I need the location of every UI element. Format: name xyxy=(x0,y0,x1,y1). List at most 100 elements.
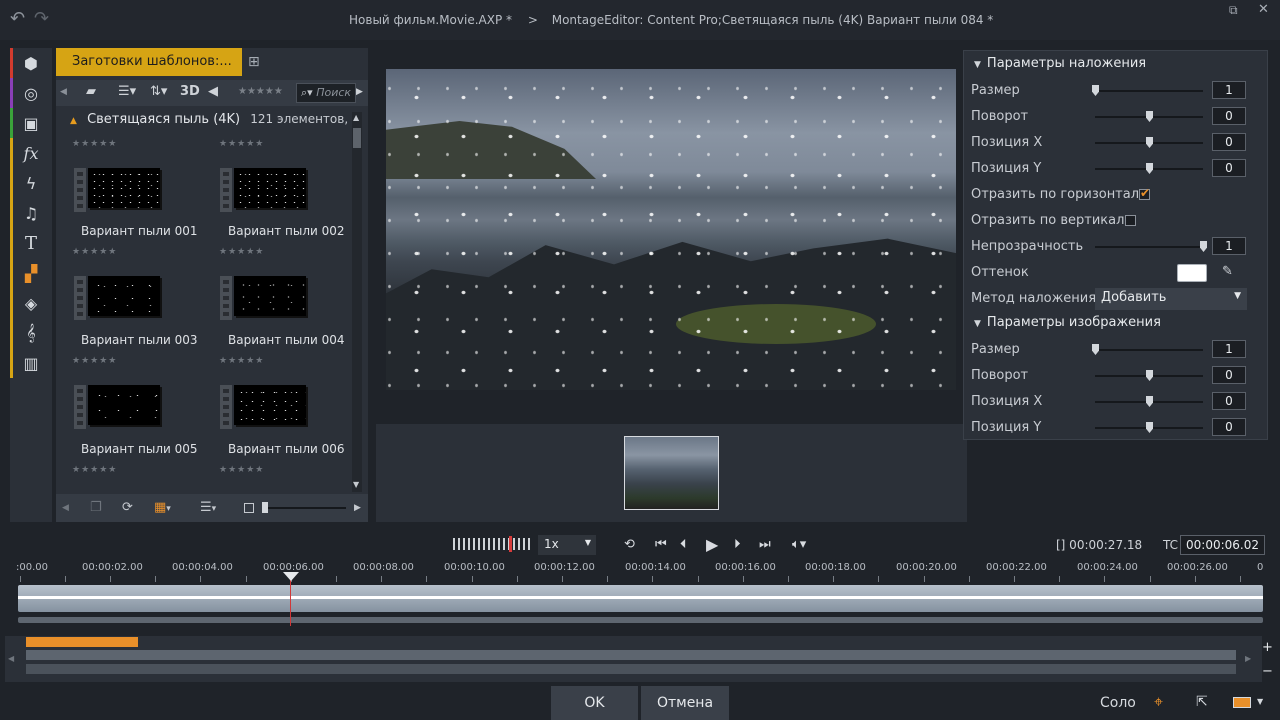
target-icon[interactable]: ⌖ xyxy=(1154,692,1163,712)
rating-stars[interactable]: ★★★★★ xyxy=(72,356,117,366)
go-to-end-icon[interactable]: ⏭ xyxy=(759,537,771,552)
solo-label[interactable]: Соло xyxy=(1100,695,1136,711)
library-button[interactable]: ⬢ xyxy=(10,48,52,78)
image-size-slider[interactable] xyxy=(1092,344,1203,355)
transitions-button[interactable]: ϟ xyxy=(10,168,52,198)
pin-icon[interactable]: ⊞ xyxy=(248,54,260,70)
cancel-button[interactable]: Отмена xyxy=(641,686,729,720)
overlay-posy-slider[interactable] xyxy=(1095,163,1203,174)
opacity-slider[interactable] xyxy=(1095,241,1207,252)
titles-button[interactable]: T xyxy=(10,228,52,258)
shuttle-control[interactable] xyxy=(453,536,531,552)
image-posy-slider[interactable] xyxy=(1095,422,1203,433)
scroll-thumb[interactable] xyxy=(353,128,361,148)
copy-icon[interactable]: ❐ xyxy=(90,500,102,515)
media-button[interactable]: ▣ xyxy=(10,108,52,138)
close-icon[interactable]: ✕ xyxy=(1258,2,1269,17)
library-item-thumbnail[interactable] xyxy=(74,385,164,429)
disc-button[interactable]: ◎ xyxy=(10,78,52,108)
flip-horizontal-checkbox[interactable] xyxy=(1139,186,1150,200)
sort-icon[interactable]: ⇅▾ xyxy=(150,84,167,99)
tint-color-swatch[interactable] xyxy=(1177,264,1207,282)
eyedropper-icon[interactable]: ✎ xyxy=(1222,264,1233,279)
piano-button[interactable]: ▥ xyxy=(10,348,52,378)
library-scrollbar[interactable]: ▲ ▼ xyxy=(352,112,362,492)
folder-icon[interactable]: ▰ xyxy=(86,84,96,99)
library-tab[interactable]: Заготовки шаблонов:... xyxy=(56,48,242,76)
overlay-posx-slider[interactable] xyxy=(1095,137,1203,148)
overlay-section-header[interactable]: ▼ Параметры наложения xyxy=(974,56,1146,71)
keyframe-row[interactable] xyxy=(26,664,1236,674)
flip-vertical-checkbox[interactable] xyxy=(1125,215,1136,226)
thumbnail-size-slider[interactable] xyxy=(262,502,346,513)
overlay-posy-field[interactable]: 0 xyxy=(1212,159,1246,177)
search-input[interactable]: ⌕▾ Поиск xyxy=(296,83,356,103)
library-item-thumbnail[interactable] xyxy=(220,276,310,320)
scroll-down-icon[interactable]: ▼ xyxy=(353,480,359,489)
rating-stars[interactable]: ★★★★★ xyxy=(72,139,117,149)
templates-button[interactable]: ▞ xyxy=(10,258,52,288)
overlay-posx-field[interactable]: 0 xyxy=(1212,133,1246,151)
monitor-icon[interactable] xyxy=(1233,697,1251,708)
image-rotation-field[interactable]: 0 xyxy=(1212,366,1246,384)
scorefitter-button[interactable]: 𝄞 xyxy=(10,318,52,348)
blend-mode-select[interactable]: Добавить ▼ xyxy=(1095,288,1247,310)
expand-right-icon[interactable]: ▶ xyxy=(354,503,361,513)
library-item-label[interactable]: Вариант пыли 004 xyxy=(228,333,345,347)
ok-button[interactable]: OK xyxy=(551,686,638,720)
external-preview-icon[interactable]: ⇱ xyxy=(1196,694,1208,710)
opacity-field[interactable]: 1 xyxy=(1212,237,1246,255)
list-view-icon[interactable]: ☰▾ xyxy=(118,84,136,99)
rating-stars[interactable]: ★★★★★ xyxy=(219,247,264,257)
overlay-size-field[interactable]: 1 xyxy=(1212,81,1246,99)
playhead[interactable] xyxy=(290,574,291,626)
step-forward-icon[interactable]: ⏵ xyxy=(734,537,741,552)
library-item-thumbnail[interactable] xyxy=(74,276,164,320)
collapse-left-icon[interactable]: ◀ xyxy=(60,87,67,97)
details-view-icon[interactable]: ☰▾ xyxy=(200,500,216,515)
volume-icon[interactable]: 🔈︎▾ xyxy=(792,537,806,552)
image-posx-slider[interactable] xyxy=(1095,396,1203,407)
go-to-start-icon[interactable]: ⏮ xyxy=(655,537,667,552)
image-posy-field[interactable]: 0 xyxy=(1212,418,1246,436)
chevron-down-icon[interactable]: ▼ xyxy=(1257,697,1263,706)
grid-view-icon[interactable]: ▦▾ xyxy=(154,500,171,515)
video-preview[interactable] xyxy=(386,69,956,390)
library-item-label[interactable]: Вариант пыли 003 xyxy=(81,333,198,347)
overlay-rotation-slider[interactable] xyxy=(1095,111,1203,122)
layers-button[interactable]: ◈ xyxy=(10,288,52,318)
redo-icon[interactable]: ↷ xyxy=(34,8,49,29)
library-item-label[interactable]: Вариант пыли 005 xyxy=(81,442,198,456)
play-icon[interactable]: ▶ xyxy=(706,535,718,554)
collapse-left-icon[interactable]: ◀ xyxy=(62,503,69,513)
undo-icon[interactable]: ↶ xyxy=(10,8,25,29)
rating-stars[interactable]: ★★★★★ xyxy=(219,139,264,149)
restore-window-icon[interactable]: ⧉ xyxy=(1229,3,1238,18)
keyframe-row[interactable] xyxy=(26,650,1236,660)
library-item-thumbnail[interactable] xyxy=(74,168,164,212)
timeline-ruler[interactable]: :00.00 00:00:02.00 00:00:04.00 00:00:06.… xyxy=(14,560,1268,582)
folder-header[interactable]: ▲ Светящаяся пыль (4K) 121 элементов, 0 … xyxy=(56,112,356,134)
scroll-up-icon[interactable]: ▲ xyxy=(353,113,359,122)
playhead-handle[interactable] xyxy=(283,572,299,581)
speed-select[interactable]: 1x ▼ xyxy=(538,535,596,555)
image-rotation-slider[interactable] xyxy=(1095,370,1203,381)
overlay-rotation-field[interactable]: 0 xyxy=(1212,107,1246,125)
slider-knob[interactable] xyxy=(262,502,268,513)
timeline-clip-track[interactable] xyxy=(18,585,1263,612)
rating-filter[interactable]: ★★★★★ xyxy=(238,86,283,97)
tag-icon[interactable]: ◀ xyxy=(208,84,218,99)
step-back-icon[interactable]: ⏴ xyxy=(680,537,687,552)
overlay-size-slider[interactable] xyxy=(1092,85,1203,96)
filmstrip-thumbnail[interactable] xyxy=(624,436,719,510)
effects-button[interactable]: fx xyxy=(10,138,52,168)
image-size-field[interactable]: 1 xyxy=(1212,340,1246,358)
refresh-icon[interactable]: ⟳ xyxy=(122,500,133,515)
small-thumb-icon[interactable] xyxy=(244,503,254,513)
scroll-right-icon[interactable]: ▶ xyxy=(1245,654,1251,663)
image-posx-field[interactable]: 0 xyxy=(1212,392,1246,410)
library-item-thumbnail[interactable] xyxy=(220,168,310,212)
rating-stars[interactable]: ★★★★★ xyxy=(219,465,264,475)
rating-stars[interactable]: ★★★★★ xyxy=(72,465,117,475)
scroll-left-icon[interactable]: ◀ xyxy=(8,654,14,663)
